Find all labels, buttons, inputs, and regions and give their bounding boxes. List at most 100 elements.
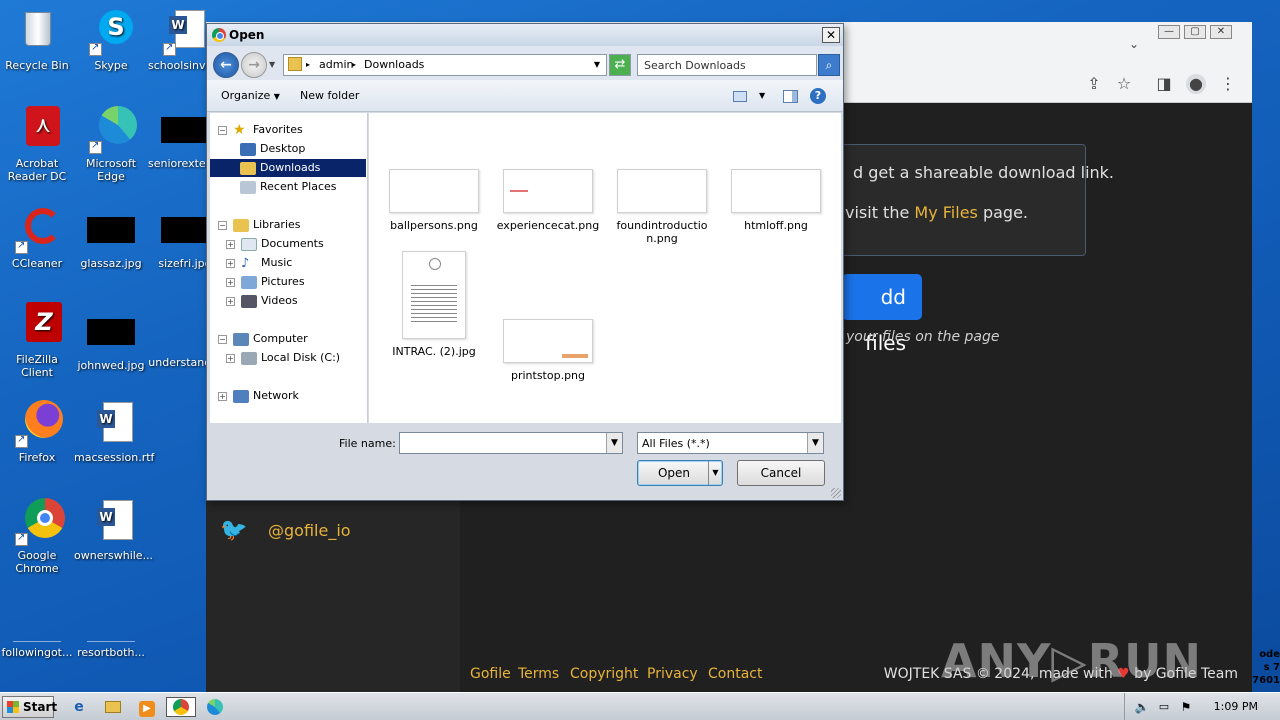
chevron-down-icon[interactable]: ▼ <box>606 433 622 453</box>
dialog-titlebar[interactable]: Open ✕ <box>207 24 843 46</box>
explorer-icon[interactable] <box>102 697 124 717</box>
add-files-button[interactable]: dd files <box>842 274 922 355</box>
close-window-button[interactable]: ✕ <box>1210 25 1232 39</box>
file-item[interactable]: htmloff.png <box>719 169 833 232</box>
trash-icon <box>13 8 61 56</box>
network-icon <box>233 389 249 403</box>
tree-downloads[interactable]: Downloads <box>210 159 366 177</box>
chrome-taskbar-icon[interactable] <box>166 697 196 717</box>
maximize-button[interactable]: ▢ <box>1184 25 1206 39</box>
breadcrumb-downloads[interactable]: Downloads <box>364 58 424 71</box>
ie-icon[interactable]: e <box>68 697 90 717</box>
view-icon[interactable] <box>733 91 747 102</box>
breadcrumb-admin[interactable]: admin <box>319 58 353 71</box>
resize-grip-icon[interactable] <box>831 488 841 498</box>
glassaz-file-icon[interactable]: glassaz.jpg <box>74 206 148 270</box>
twitter-handle-link[interactable]: @gofile_io <box>268 521 351 540</box>
side-peek-text: ode s 7 7601 <box>1252 649 1280 686</box>
file-item[interactable]: INTRAC. (2).jpg <box>377 251 491 358</box>
share-icon[interactable]: ⇪ <box>1084 74 1104 94</box>
new-folder-button[interactable]: New folder <box>300 89 359 102</box>
preview-pane-icon[interactable] <box>783 90 798 103</box>
music-icon: ♪ <box>241 255 250 271</box>
media-player-icon[interactable]: ▶ <box>136 697 158 717</box>
start-button[interactable]: Start <box>2 696 57 718</box>
tree-music[interactable]: + ♪ Music <box>226 256 292 270</box>
search-icon[interactable]: ⌕ <box>818 54 840 76</box>
twitter-icon[interactable]: 🐦 <box>220 518 247 543</box>
footer-link-gofile[interactable]: Gofile <box>470 666 511 682</box>
followingot-file-icon[interactable]: followingot... <box>0 598 74 659</box>
file-type-select[interactable]: All Files (*.*) ▼ <box>637 432 824 454</box>
edge-taskbar-icon[interactable] <box>204 697 226 717</box>
chrome-icon <box>212 28 226 42</box>
file-item[interactable]: foundintroduction.png <box>605 169 719 245</box>
file-item[interactable]: ballpersons.png <box>377 169 491 232</box>
network-tray-icon[interactable]: ▭ <box>1153 697 1175 717</box>
address-bar[interactable]: ▸ admin ▸ Downloads ▼ <box>283 54 607 76</box>
help-icon[interactable]: ? <box>810 88 826 104</box>
file-item[interactable]: experiencecat.png <box>491 169 605 232</box>
dialog-title: Open <box>229 28 265 42</box>
file-name-label: File name: <box>339 437 396 450</box>
my-files-link[interactable]: My Files <box>914 203 977 222</box>
tree-desktop[interactable]: Desktop <box>240 142 305 156</box>
footer-link-terms[interactable]: Terms <box>518 666 559 682</box>
back-button[interactable]: ← <box>213 52 239 78</box>
star-icon[interactable]: ☆ <box>1114 74 1134 94</box>
clock[interactable]: 1:09 PM <box>1214 700 1258 713</box>
close-button[interactable]: ✕ <box>822 27 840 43</box>
refresh-icon[interactable]: ⇄ <box>609 54 631 76</box>
file-item[interactable]: printstop.png <box>491 319 605 382</box>
menu-icon[interactable]: ⋮ <box>1218 74 1238 94</box>
dialog-bottom: File name: ▼ All Files (*.*) ▼ Open ▼ Ca… <box>207 424 843 500</box>
image-thumbnail <box>503 319 593 363</box>
organize-button[interactable]: Organize ▼ <box>221 89 280 102</box>
image-thumbnail <box>402 251 466 339</box>
tree-favorites[interactable]: − ★ Favorites <box>218 123 303 137</box>
tree-libraries[interactable]: − Libraries <box>218 218 301 232</box>
tree-documents[interactable]: + Documents <box>226 237 324 251</box>
forward-button[interactable]: → <box>241 52 267 78</box>
open-button[interactable]: Open ▼ <box>637 460 723 486</box>
search-input[interactable]: Search Downloads <box>637 54 817 76</box>
chrome-icon[interactable]: Google Chrome <box>0 498 74 575</box>
skype-icon[interactable]: S Skype <box>74 8 148 72</box>
computer-icon <box>233 332 249 346</box>
footer-link-copyright[interactable]: Copyright <box>570 666 638 682</box>
tree-pictures[interactable]: + Pictures <box>226 275 305 289</box>
view-dropdown-icon[interactable]: ▼ <box>759 91 765 100</box>
tree-videos[interactable]: + Videos <box>226 294 298 308</box>
info-line-2: visit the My Files page. <box>845 203 1029 222</box>
flag-icon[interactable]: ⚑ <box>1175 697 1197 717</box>
johnwed-file-icon[interactable]: johnwed.jpg <box>74 308 148 372</box>
history-dropdown-icon[interactable]: ▼ <box>269 60 275 69</box>
image-thumb-icon <box>87 319 135 345</box>
filezilla-icon[interactable]: Z FileZilla Client <box>0 302 74 379</box>
tree-computer[interactable]: − Computer <box>218 332 308 346</box>
resortboth-file-icon[interactable]: resortboth... <box>74 598 148 659</box>
chevron-down-icon[interactable]: ⌄ <box>1124 34 1144 54</box>
address-dropdown-icon[interactable]: ▼ <box>594 60 600 69</box>
chevron-down-icon[interactable]: ▼ <box>807 433 823 453</box>
ownerswhile-file-icon[interactable]: W ownerswhile... <box>74 498 153 562</box>
macsession-file-icon[interactable]: W macsession.rtf <box>74 400 154 464</box>
recycle-bin-icon[interactable]: Recycle Bin <box>0 8 74 72</box>
edge-icon[interactable]: Microsoft Edge <box>74 106 148 183</box>
footer-link-privacy[interactable]: Privacy <box>647 666 698 682</box>
footer-link-contact[interactable]: Contact <box>708 666 762 682</box>
cancel-button[interactable]: Cancel <box>737 460 825 486</box>
volume-icon[interactable]: 🔈 <box>1131 697 1153 717</box>
tree-local-disk[interactable]: + Local Disk (C:) <box>226 351 340 365</box>
open-dropdown-icon[interactable]: ▼ <box>708 461 722 485</box>
ccleaner-icon[interactable]: CCleaner <box>0 206 74 270</box>
profile-icon[interactable]: ● <box>1186 74 1206 94</box>
tree-recent-places[interactable]: Recent Places <box>240 180 337 194</box>
acrobat-icon[interactable]: ⋏ Acrobat Reader DC <box>0 106 74 183</box>
file-name-input[interactable]: ▼ <box>399 432 623 454</box>
dialog-toolbar: Organize ▼ New folder ▼ ? <box>207 80 843 112</box>
tree-network[interactable]: + Network <box>218 389 299 403</box>
firefox-icon[interactable]: Firefox <box>0 400 74 464</box>
minimize-button[interactable]: — <box>1158 25 1180 39</box>
sidepanel-icon[interactable]: ◨ <box>1154 74 1174 94</box>
